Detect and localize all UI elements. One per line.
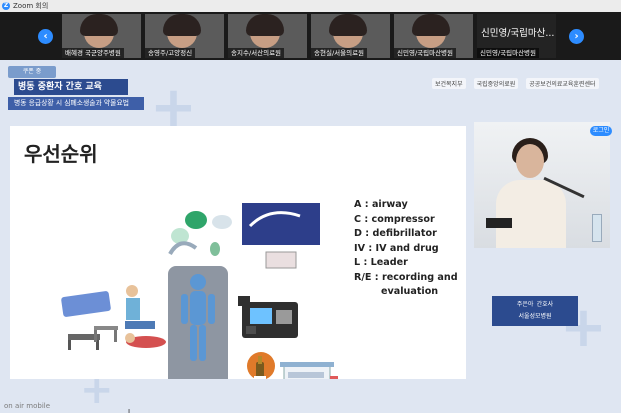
- priority-item: evaluation: [381, 286, 439, 297]
- priority-list: A : airway C : compressor D : defibrilla…: [354, 198, 458, 300]
- window-title: Zoom 회의: [13, 2, 49, 10]
- org-logo: 공공보건의료교육훈련센터: [526, 78, 599, 89]
- participant-name: 신민영/국립마산병원: [394, 48, 457, 58]
- participant-tile[interactable]: 신민영/국립마산병원: [394, 14, 473, 58]
- participant-tile[interactable]: 송지수/서산의료원: [228, 14, 307, 58]
- speaker-org: 서울성모병원: [518, 313, 552, 320]
- priority-item: D : defibrillator: [354, 228, 437, 239]
- participant-name: 신민영/국립마산병원: [477, 48, 540, 58]
- banner-subtitle: 병동 응급상황 시 심폐소생술과 약물요법: [8, 97, 144, 110]
- priority-item: A : airway: [354, 199, 408, 210]
- patient-bed: [168, 266, 228, 379]
- defibrillator-icon: [238, 296, 298, 338]
- presentation-slide: 우선순위 L A: airway C: compressor D: def…: [10, 126, 466, 413]
- banner-title: 병동 중환자 간호 교육: [14, 79, 128, 95]
- next-page-button[interactable]: ›: [569, 29, 584, 44]
- watermark-text: on air mobile: [4, 402, 51, 410]
- participant-name: 송지수/서산의료원: [228, 48, 285, 58]
- participant-tile[interactable]: 신민영/국립마산... 신민영/국립마산병원: [477, 14, 556, 58]
- gallery-strip: ‹ 배혜경 국군양주병원 송영주/고양정신 송지수/서산의료원 송현실/서울의료…: [0, 12, 621, 60]
- organization-logos: 보건복지부 국립중앙의료원 공공보건의료교육훈련센터: [432, 78, 599, 89]
- participant-tile[interactable]: 송현실/서울의료원: [311, 14, 390, 58]
- speaker-name: 주은아: [516, 301, 534, 308]
- crash-cart-icon: [280, 362, 338, 379]
- org-logo: 보건복지부: [432, 78, 466, 89]
- speaker-role: 간호사: [536, 301, 554, 308]
- iv-drug-icon: [247, 352, 275, 379]
- participant-name: 송영주/고양정신: [145, 48, 196, 58]
- speaker-video: [474, 122, 610, 248]
- org-logo: 국립중앙의료원: [473, 78, 519, 89]
- login-badge: 로그인: [590, 126, 612, 136]
- banner-logo: 쿠폰 중: [8, 66, 56, 78]
- speaker-nameplate: 주은아 간호사 서울성모병원: [492, 296, 578, 326]
- previous-page-button[interactable]: ‹: [38, 29, 53, 44]
- participant-tile[interactable]: 배혜경 국군양주병원: [62, 14, 141, 58]
- participant-name: 배혜경 국군양주병원: [62, 48, 124, 58]
- intubation-kit-icon: [242, 203, 320, 269]
- shared-screen: + + + 쿠폰 중 병동 중환자 간호 교육 병동 응급상황 시 심폐소생술과…: [0, 60, 621, 413]
- backboard-icon: [61, 291, 111, 317]
- zoom-logo-icon: Z: [2, 2, 10, 10]
- priority-item: L : Leader: [354, 257, 408, 268]
- participant-tile[interactable]: 송영주/고양정신: [145, 14, 224, 58]
- priority-item: R/E : recording and: [354, 271, 458, 283]
- priority-item: IV : IV and drug: [354, 242, 439, 254]
- participant-display-name: 신민영/국립마산...: [481, 28, 555, 39]
- leader-marker-label: L: [128, 408, 132, 413]
- bvm-icon: [168, 211, 232, 256]
- window-titlebar: Z Zoom 회의: [0, 0, 621, 12]
- participant-name: 송현실/서울의료원: [311, 48, 368, 58]
- priority-item: C : compressor: [354, 213, 435, 225]
